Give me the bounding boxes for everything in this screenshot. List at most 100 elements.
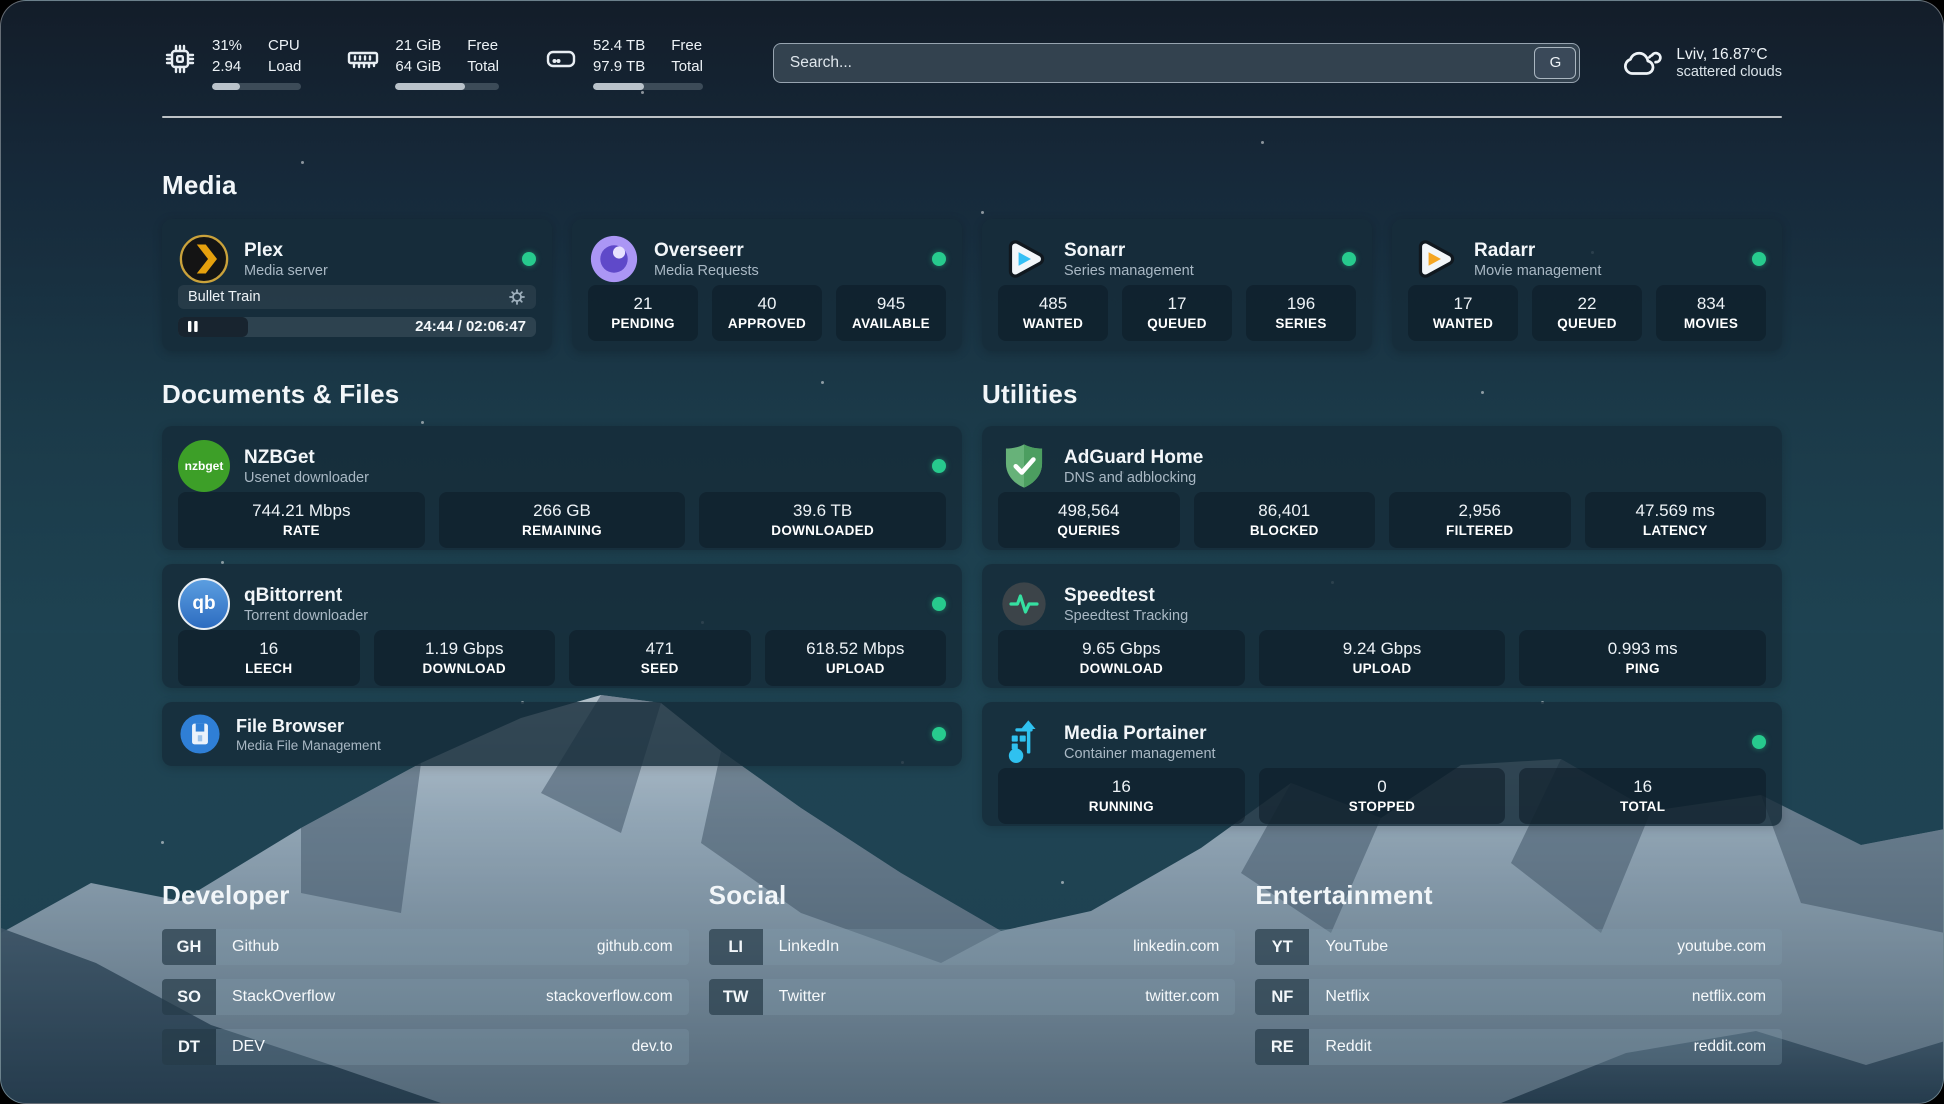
app-subtitle: Series management — [1064, 263, 1328, 279]
plex-logo-icon — [178, 233, 230, 285]
disk-widget: 52.4 TB97.9 TB FreeTotal — [543, 35, 703, 90]
link-url: linkedin.com — [1133, 938, 1219, 956]
link-stackoverflow[interactable]: SO StackOverflow stackoverflow.com — [162, 979, 689, 1015]
stat-wanted: 17WANTED — [1408, 285, 1518, 341]
playback-progress-fill — [178, 317, 248, 337]
weather-condition: scattered clouds — [1676, 64, 1782, 80]
app-card-filebrowser[interactable]: File Browser Media File Management — [162, 702, 962, 766]
stat-download: 1.19 GbpsDOWNLOAD — [374, 630, 556, 686]
weather-widget: Lviv, 16.87°C scattered clouds — [1620, 43, 1782, 83]
link-dev[interactable]: DT DEV dev.to — [162, 1029, 689, 1065]
app-subtitle: Media File Management — [236, 738, 918, 753]
cloud-icon — [1620, 43, 1662, 83]
app-subtitle: Usenet downloader — [244, 470, 918, 486]
ram-label-free: Free — [467, 35, 499, 56]
disk-label-total: Total — [671, 56, 703, 77]
stat-download: 9.65 GbpsDOWNLOAD — [998, 630, 1245, 686]
app-card-overseerr[interactable]: Overseerr Media Requests 21PENDING 40APP… — [572, 219, 962, 351]
cpu-label: CPU — [268, 35, 301, 56]
link-twitter[interactable]: TW Twitter twitter.com — [709, 979, 1236, 1015]
ram-progress-track — [395, 83, 499, 90]
link-abbr: GH — [162, 929, 216, 965]
status-online-dot — [1752, 735, 1766, 749]
link-name: Netflix — [1325, 988, 1369, 1006]
stat-series: 196SERIES — [1246, 285, 1356, 341]
link-url: stackoverflow.com — [546, 988, 673, 1006]
status-online-dot — [932, 727, 946, 741]
link-youtube[interactable]: YT YouTube youtube.com — [1255, 929, 1782, 965]
playback-time: 24:44 / 02:06:47 — [415, 317, 526, 337]
app-title: Plex — [244, 239, 508, 263]
stat-upload: 9.24 GbpsUPLOAD — [1259, 630, 1506, 686]
stat-available: 945AVAILABLE — [836, 285, 946, 341]
stat-ping: 0.993 msPING — [1519, 630, 1766, 686]
ram-memory-icon — [345, 41, 381, 77]
app-title: Sonarr — [1064, 239, 1328, 263]
stat-queries: 498,564QUERIES — [998, 492, 1180, 548]
dashboard-window: 31%2.94 CPULoad 21 GiB64 GiB FreeTotal — [0, 0, 1944, 1104]
app-title: NZBGet — [244, 446, 918, 470]
weather-location-temp: Lviv, 16.87°C — [1676, 46, 1782, 64]
playback-progress-bar[interactable]: 24:44 / 02:06:47 — [178, 317, 536, 337]
search-input[interactable] — [773, 43, 1581, 83]
link-netflix[interactable]: NF Netflix netflix.com — [1255, 979, 1782, 1015]
link-abbr: TW — [709, 979, 763, 1015]
app-card-qbittorrent[interactable]: qb qBittorrent Torrent downloader 16LEEC… — [162, 564, 962, 688]
app-card-nzbget[interactable]: nzbget NZBGet Usenet downloader 744.21 M… — [162, 426, 962, 550]
app-card-portainer[interactable]: Media Portainer Container management 16R… — [982, 702, 1782, 826]
app-subtitle: Media server — [244, 263, 508, 279]
status-online-dot — [1342, 252, 1356, 266]
stat-remaining: 266 GBREMAINING — [439, 492, 686, 548]
disk-label-free: Free — [671, 35, 703, 56]
stat-pending: 21PENDING — [588, 285, 698, 341]
link-url: dev.to — [632, 1038, 673, 1056]
app-title: Overseerr — [654, 239, 918, 263]
app-title: Media Portainer — [1064, 722, 1738, 746]
link-name: Github — [232, 938, 279, 956]
app-title: qBittorrent — [244, 584, 918, 608]
link-name: YouTube — [1325, 938, 1388, 956]
link-name: LinkedIn — [779, 938, 840, 956]
link-name: StackOverflow — [232, 988, 335, 1006]
stat-filtered: 2,956FILTERED — [1389, 492, 1571, 548]
filebrowser-logo-icon — [178, 712, 222, 756]
app-card-plex[interactable]: Plex Media server Bullet Train — [162, 219, 552, 351]
section-title-developer: Developer — [162, 880, 689, 911]
overseerr-logo-icon — [588, 233, 640, 285]
ram-widget: 21 GiB64 GiB FreeTotal — [345, 35, 499, 90]
utilities-column: Utilities — [982, 379, 1782, 826]
section-title-utilities: Utilities — [982, 379, 1782, 410]
stat-total: 16TOTAL — [1519, 768, 1766, 824]
status-online-dot — [932, 597, 946, 611]
social-section: Social LI LinkedIn linkedin.com TW Twitt… — [709, 880, 1236, 1079]
app-title: Radarr — [1474, 239, 1738, 263]
app-card-speedtest[interactable]: Speedtest Speedtest Tracking 9.65 GbpsDO… — [982, 564, 1782, 688]
section-title-media: Media — [162, 170, 1782, 201]
documents-column: Documents & Files nzbget NZBGet Usenet d… — [162, 379, 962, 826]
topbar-divider — [162, 116, 1782, 118]
stat-latency: 47.569 msLATENCY — [1585, 492, 1767, 548]
ram-label-total: Total — [467, 56, 499, 77]
cpu-progress-track — [212, 83, 301, 90]
media-cards-row: Plex Media server Bullet Train — [162, 219, 1782, 351]
cpu-loadavg: 2.94 — [212, 56, 242, 77]
link-github[interactable]: GH Github github.com — [162, 929, 689, 965]
pause-icon[interactable] — [187, 320, 199, 333]
app-subtitle: Torrent downloader — [244, 608, 918, 624]
link-name: Twitter — [779, 988, 826, 1006]
app-subtitle: DNS and adblocking — [1064, 470, 1766, 486]
cpu-progress-fill — [212, 83, 240, 90]
stat-rate: 744.21 MbpsRATE — [178, 492, 425, 548]
search-engine-button[interactable]: G — [1534, 47, 1576, 79]
app-card-sonarr[interactable]: Sonarr Series management 485WANTED 17QUE… — [982, 219, 1372, 351]
link-abbr: DT — [162, 1029, 216, 1065]
app-card-adguard[interactable]: AdGuard Home DNS and adblocking 498,564Q… — [982, 426, 1782, 550]
status-online-dot — [932, 252, 946, 266]
link-url: youtube.com — [1677, 938, 1766, 956]
qbittorrent-logo-icon: qb — [178, 578, 230, 630]
app-title: AdGuard Home — [1064, 446, 1766, 470]
link-linkedin[interactable]: LI LinkedIn linkedin.com — [709, 929, 1236, 965]
link-reddit[interactable]: RE Reddit reddit.com — [1255, 1029, 1782, 1065]
app-card-radarr[interactable]: Radarr Movie management 17WANTED 22QUEUE… — [1392, 219, 1782, 351]
settings-icon[interactable] — [508, 288, 526, 306]
